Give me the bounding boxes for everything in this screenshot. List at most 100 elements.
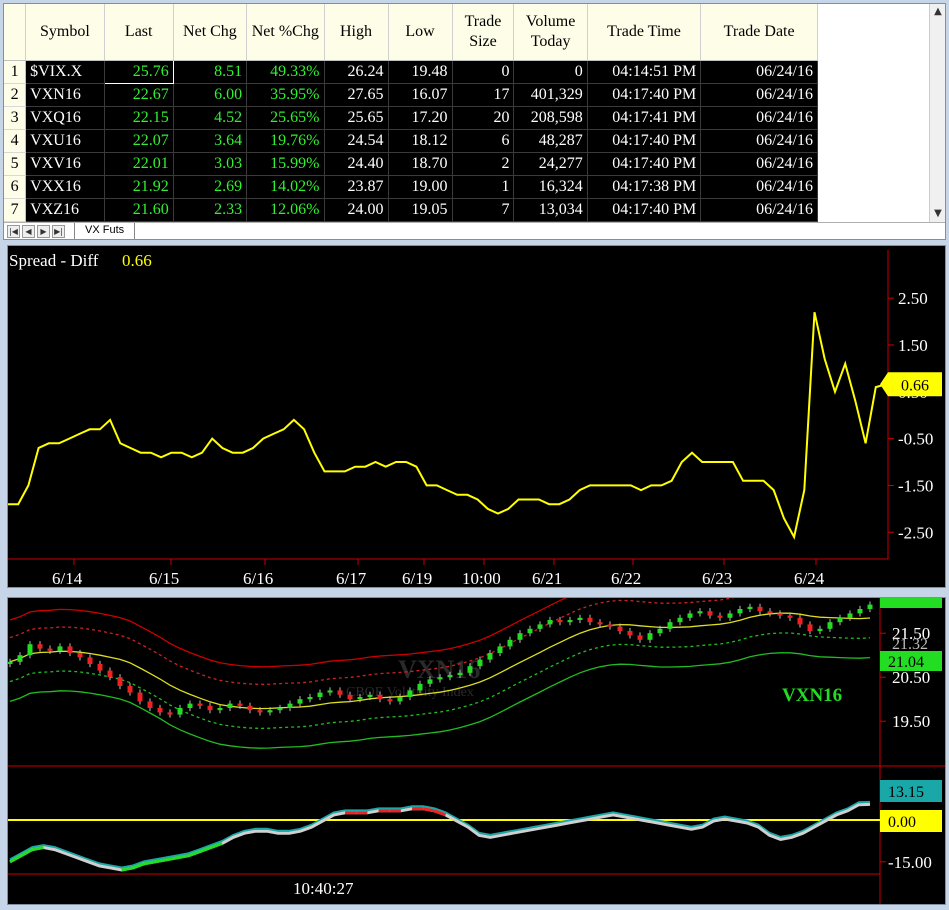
cell-high[interactable]: 25.65 [324, 106, 389, 130]
cell-high[interactable]: 23.87 [324, 175, 389, 199]
row-number[interactable]: 2 [4, 83, 27, 107]
spread-chart[interactable]: 2.501.500.50-0.50-1.50-2.50 6/146/156/16… [8, 246, 945, 587]
column-header-net-chg[interactable]: Net Chg [173, 4, 248, 61]
cell-low[interactable]: 19.05 [388, 198, 453, 222]
cell-trade-time[interactable]: 04:17:40 PM [587, 198, 702, 222]
cell-trade-time[interactable]: 04:17:40 PM [587, 83, 702, 107]
cell-volume[interactable]: 24,277 [513, 152, 588, 176]
cell-net-pct[interactable]: 15.99% [246, 152, 325, 176]
cell-net-chg[interactable]: 4.52 [173, 106, 248, 130]
table-row[interactable]: 6 VXX16 21.92 2.69 14.02% 23.87 19.00 1 16,324 04… [4, 175, 818, 199]
table-row[interactable]: 3 VXQ16 22.15 4.52 25.65% 25.65 17.20 20 208,598… [4, 106, 818, 130]
row-number[interactable]: 3 [4, 106, 27, 130]
row-number[interactable]: 1 [4, 60, 27, 84]
cell-trade-date[interactable]: 06/24/16 [700, 129, 818, 153]
cell-volume[interactable]: 48,287 [513, 129, 588, 153]
cell-volume[interactable]: 0 [513, 60, 588, 84]
cell-trade-size[interactable]: 2 [452, 152, 515, 176]
cell-trade-date[interactable]: 06/24/16 [700, 60, 818, 84]
cell-trade-size[interactable]: 17 [452, 83, 515, 107]
cell-high[interactable]: 24.00 [324, 198, 389, 222]
scroll-down-arrow-icon[interactable]: ▼ [930, 206, 945, 222]
column-header-symbol[interactable]: Symbol [25, 4, 105, 61]
cell-net-chg[interactable]: 3.03 [173, 152, 248, 176]
cell-net-pct[interactable]: 14.02% [246, 175, 325, 199]
tab-vx-futs[interactable]: VX Futs [74, 223, 136, 239]
cell-low[interactable]: 19.00 [388, 175, 453, 199]
first-sheet-icon[interactable]: |◀ [7, 225, 20, 238]
scroll-up-arrow-icon[interactable]: ▲ [930, 4, 945, 20]
column-header-high[interactable]: High [324, 4, 389, 61]
table-row[interactable]: 5 VXV16 22.01 3.03 15.99% 24.40 18.70 2 24,277 04… [4, 152, 818, 176]
cell-low[interactable]: 18.70 [388, 152, 453, 176]
cell-low[interactable]: 17.20 [388, 106, 453, 130]
last-sheet-icon[interactable]: ▶| [52, 225, 65, 238]
cell-high[interactable]: 24.54 [324, 129, 389, 153]
table-row[interactable]: 7 VXZ16 21.60 2.33 12.06% 24.00 19.05 7 13,034 04… [4, 198, 818, 222]
cell-net-chg[interactable]: 6.00 [173, 83, 248, 107]
prev-sheet-icon[interactable]: ◀ [22, 225, 35, 238]
cell-symbol[interactable]: VXQ16 [25, 106, 105, 130]
cell-trade-date[interactable]: 06/24/16 [700, 198, 818, 222]
cell-trade-date[interactable]: 06/24/16 [700, 175, 818, 199]
cell-symbol[interactable]: VXX16 [25, 175, 105, 199]
cell-symbol[interactable]: VXN16 [25, 83, 105, 107]
cell-last[interactable]: 25.76 [103, 59, 174, 84]
vertical-scrollbar[interactable]: ▲ ▼ [929, 4, 945, 222]
cell-trade-date[interactable]: 06/24/16 [700, 83, 818, 107]
cell-high[interactable]: 24.40 [324, 152, 389, 176]
cell-net-chg[interactable]: 3.64 [173, 129, 248, 153]
cell-trade-time[interactable]: 04:17:40 PM [587, 129, 702, 153]
cell-last[interactable]: 21.92 [104, 175, 174, 199]
row-number[interactable]: 7 [4, 198, 27, 222]
vxn16-chart[interactable]: VXN16 CBOE Volatility Index 21.5020.5019… [8, 598, 945, 904]
column-header-trade-time[interactable]: Trade Time [587, 4, 702, 61]
cell-symbol[interactable]: VXU16 [25, 129, 105, 153]
cell-last[interactable]: 22.07 [104, 129, 174, 153]
cell-high[interactable]: 27.65 [324, 83, 389, 107]
cell-volume[interactable]: 13,034 [513, 198, 588, 222]
column-header-trade-size[interactable]: Trade Size [452, 4, 515, 61]
spread-chart-panel[interactable]: 2.501.500.50-0.50-1.50-2.50 6/146/156/16… [7, 245, 946, 588]
cell-trade-size[interactable]: 20 [452, 106, 515, 130]
cell-trade-date[interactable]: 06/24/16 [700, 152, 818, 176]
cell-trade-time[interactable]: 04:17:40 PM [587, 152, 702, 176]
cell-last[interactable]: 22.15 [104, 106, 174, 130]
cell-trade-date[interactable]: 06/24/16 [700, 106, 818, 130]
cell-net-chg[interactable]: 2.33 [173, 198, 248, 222]
cell-trade-size[interactable]: 7 [452, 198, 515, 222]
column-header-last[interactable]: Last [104, 4, 174, 61]
cell-symbol[interactable]: VXV16 [25, 152, 105, 176]
cell-trade-size[interactable]: 6 [452, 129, 515, 153]
cell-net-chg[interactable]: 2.69 [173, 175, 248, 199]
cell-low[interactable]: 18.12 [388, 129, 453, 153]
table-row[interactable]: 2 VXN16 22.67 6.00 35.95% 27.65 16.07 17 401,329… [4, 83, 818, 107]
cell-last[interactable]: 22.67 [104, 83, 174, 107]
cell-symbol[interactable]: VXZ16 [25, 198, 105, 222]
column-header-low[interactable]: Low [388, 4, 453, 61]
table-row[interactable]: 1 $VIX.X 25.76 8.51 49.33% 26.24 19.48 0 0 04:14:… [4, 59, 818, 84]
cell-trade-time[interactable]: 04:17:41 PM [587, 106, 702, 130]
cell-volume[interactable]: 401,329 [513, 83, 588, 107]
cell-net-pct[interactable]: 35.95% [246, 83, 325, 107]
cell-low[interactable]: 16.07 [388, 83, 453, 107]
cell-net-chg[interactable]: 8.51 [173, 60, 248, 84]
cell-trade-size[interactable]: 0 [452, 60, 515, 84]
cell-net-pct[interactable]: 12.06% [246, 198, 325, 222]
row-number[interactable]: 6 [4, 175, 27, 199]
cell-volume[interactable]: 16,324 [513, 175, 588, 199]
column-header-net-pct-chg[interactable]: Net %Chg [246, 4, 325, 61]
cell-trade-size[interactable]: 1 [452, 175, 515, 199]
cell-net-pct[interactable]: 25.65% [246, 106, 325, 130]
column-header-volume-today[interactable]: Volume Today [513, 4, 588, 61]
cell-trade-time[interactable]: 04:17:38 PM [587, 175, 702, 199]
cell-volume[interactable]: 208,598 [513, 106, 588, 130]
row-number[interactable]: 5 [4, 152, 27, 176]
column-header-trade-date[interactable]: Trade Date [700, 4, 818, 61]
cell-high[interactable]: 26.24 [324, 60, 389, 84]
vxn16-chart-panel[interactable]: VXN16 CBOE Volatility Index 21.50 20.50 19… [7, 597, 946, 905]
next-sheet-icon[interactable]: ▶ [37, 225, 50, 238]
cell-low[interactable]: 19.48 [388, 60, 453, 84]
cell-last[interactable]: 22.01 [104, 152, 174, 176]
table-row[interactable]: 4 VXU16 22.07 3.64 19.76% 24.54 18.12 6 48,287 04… [4, 129, 818, 153]
